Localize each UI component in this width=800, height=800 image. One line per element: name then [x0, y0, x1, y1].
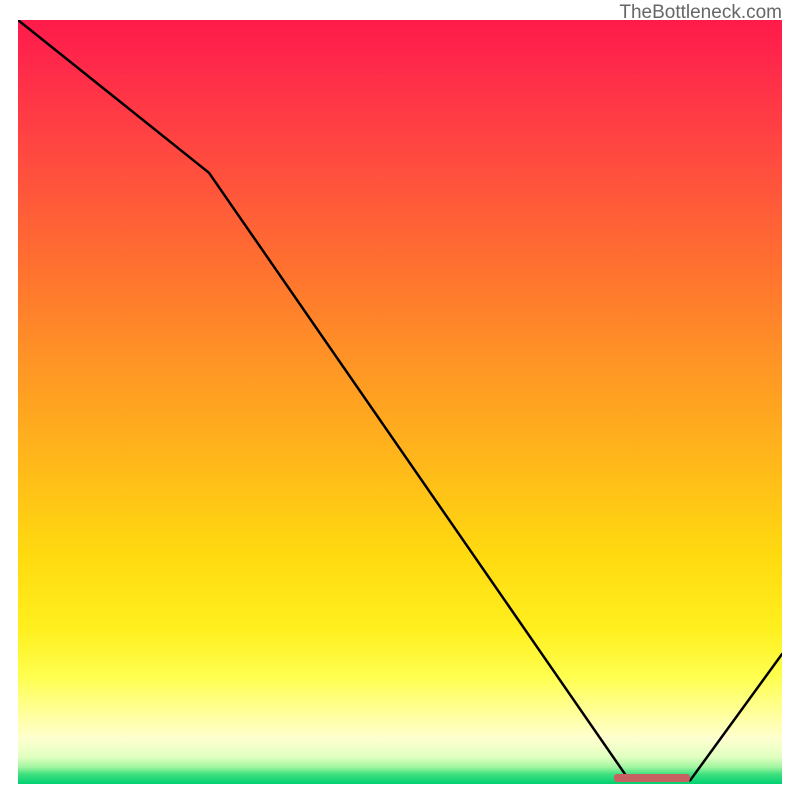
- line-series: [18, 20, 782, 784]
- plot-area: [18, 20, 782, 784]
- watermark-text: TheBottleneck.com: [619, 2, 782, 24]
- minimum-marker: [614, 774, 690, 782]
- chart-container: TheBottleneck.com: [0, 0, 800, 800]
